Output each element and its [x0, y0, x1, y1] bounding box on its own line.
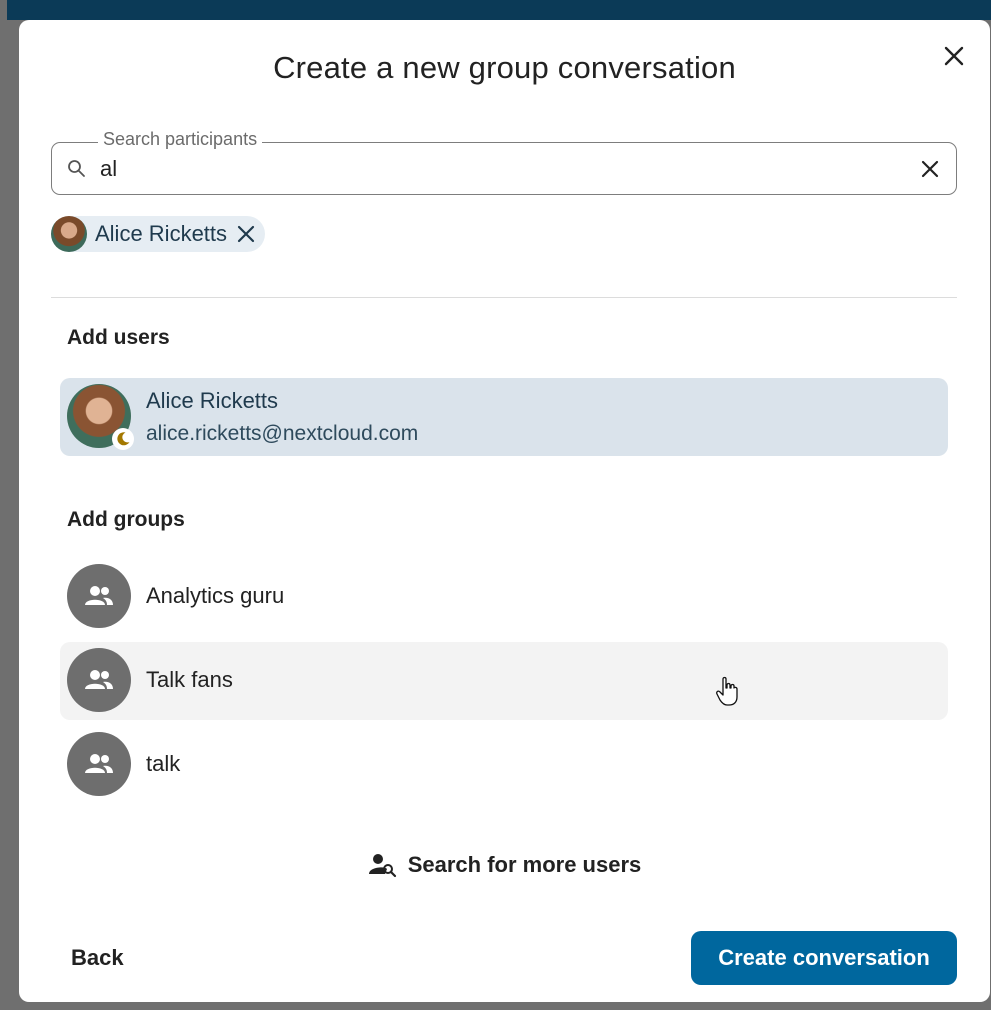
status-badge [112, 428, 134, 450]
group-name: Analytics guru [146, 583, 285, 608]
group-list-item[interactable]: Talk fans [60, 642, 948, 720]
back-button[interactable]: Back [57, 932, 138, 984]
clear-search-button[interactable] [916, 155, 944, 183]
user-search-icon [368, 854, 396, 878]
groups-section-title: Add groups [67, 508, 185, 531]
avatar [51, 216, 87, 252]
close-icon [921, 160, 939, 178]
hand-cursor-icon [716, 676, 738, 706]
search-more-users-button[interactable]: Search for more users [19, 852, 990, 878]
user-list-item[interactable]: Alice Ricketts alice.ricketts@nextcloud.… [60, 378, 948, 456]
users-section-title: Add users [67, 326, 170, 349]
avatar [67, 648, 131, 712]
group-name: talk [146, 751, 181, 776]
group-name: Talk fans [146, 667, 233, 692]
search-more-users-label: Search for more users [407, 852, 642, 877]
search-field[interactable]: Search participants [51, 129, 957, 195]
create-group-dialog: Create a new group conversation Search p… [19, 20, 990, 1002]
user-email: alice.ricketts@nextcloud.com [146, 422, 419, 445]
search-input[interactable] [100, 154, 880, 184]
avatar [67, 564, 131, 628]
group-icon [85, 754, 113, 773]
create-conversation-button[interactable]: Create conversation [691, 931, 957, 985]
chip-label: Alice Ricketts [95, 221, 228, 246]
search-icon [68, 160, 85, 177]
user-name: Alice Ricketts [146, 388, 279, 413]
avatar [67, 732, 131, 796]
selected-participant-chip: Alice Ricketts [51, 216, 266, 252]
moon-icon [117, 432, 130, 446]
search-label: Search participants [98, 129, 263, 150]
group-icon [85, 586, 113, 605]
divider [51, 297, 957, 298]
group-list-item[interactable]: Analytics guru [60, 558, 948, 636]
group-icon [85, 670, 113, 689]
close-icon [237, 225, 255, 243]
app-header-bar [7, 0, 991, 20]
group-list-item[interactable]: talk [60, 726, 948, 804]
remove-participant-button[interactable] [235, 223, 257, 245]
dialog-title: Create a new group conversation [273, 50, 736, 85]
